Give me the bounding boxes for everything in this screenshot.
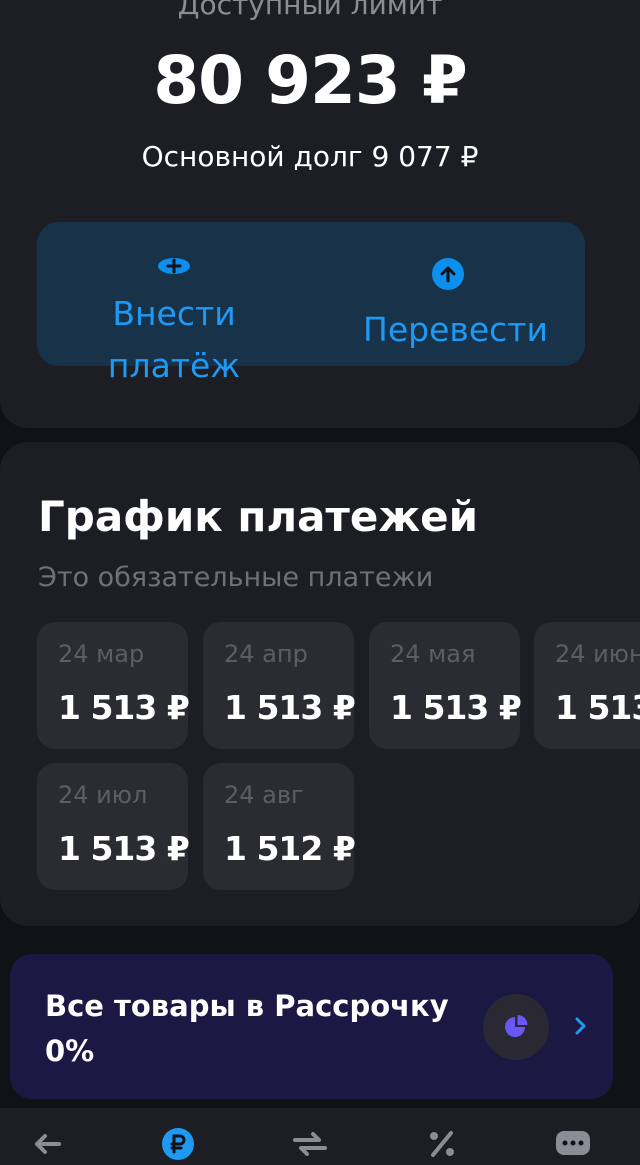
payment-date: 24 мар bbox=[58, 640, 145, 668]
limit-label: Доступный лимит bbox=[177, 0, 443, 21]
transfer-arrows-icon[interactable] bbox=[290, 1124, 330, 1164]
payment-amount: 1 512 ₽ bbox=[224, 829, 356, 868]
main-debt: Основной долг 9 077 ₽ bbox=[141, 140, 479, 173]
payment-schedule-card: График платежей Это обязательные платежи… bbox=[0, 442, 640, 926]
payment-tile[interactable]: 24 авг 1 512 ₽ bbox=[203, 763, 356, 890]
chat-icon[interactable] bbox=[553, 1124, 593, 1164]
payment-date: 24 июл bbox=[58, 781, 148, 809]
pie-chart-icon bbox=[483, 994, 549, 1060]
payment-tile[interactable]: 24 мар 1 513 ₽ bbox=[37, 622, 190, 749]
ruble-icon[interactable] bbox=[158, 1124, 198, 1164]
limit-amount: 80 923 ₽ bbox=[153, 42, 468, 119]
payment-tile[interactable]: 24 мая 1 513 ₽ bbox=[369, 622, 522, 749]
limit-card: Доступный лимит 80 923 ₽ Основной долг 9… bbox=[0, 0, 640, 428]
payment-date: 24 апр bbox=[224, 640, 308, 668]
transfer-button[interactable]: Перевести bbox=[311, 222, 585, 366]
payment-amount: 1 513 ₽ bbox=[58, 829, 190, 868]
transfer-label: Перевести bbox=[363, 310, 548, 349]
payment-date: 24 июн bbox=[555, 640, 640, 668]
payment-tile[interactable]: 24 июн 1 513 bbox=[534, 622, 640, 749]
payment-date: 24 мая bbox=[390, 640, 476, 668]
bottom-navigation bbox=[0, 1108, 640, 1165]
payment-amount: 1 513 ₽ bbox=[58, 688, 190, 727]
schedule-title: График платежей bbox=[38, 492, 479, 541]
payment-tile[interactable]: 24 апр 1 513 ₽ bbox=[203, 622, 356, 749]
chevron-right-icon bbox=[575, 1017, 586, 1035]
percent-icon[interactable] bbox=[422, 1124, 462, 1164]
schedule-subtitle: Это обязательные платежи bbox=[38, 562, 434, 593]
payment-tile[interactable]: 24 июл 1 513 ₽ bbox=[37, 763, 190, 890]
back-arrow-icon[interactable] bbox=[27, 1124, 67, 1164]
payment-amount: 1 513 ₽ bbox=[224, 688, 356, 727]
make-payment-button[interactable]: Внести платёж bbox=[37, 222, 311, 385]
payment-amount: 1 513 bbox=[555, 688, 640, 727]
plus-icon bbox=[158, 258, 190, 274]
promo-text: Все товары в Рассрочку 0% bbox=[45, 989, 449, 1068]
payment-amount: 1 513 ₽ bbox=[390, 688, 522, 727]
actions-panel: Внести платёж Перевести bbox=[37, 222, 585, 385]
arrow-up-icon bbox=[432, 258, 464, 290]
installment-promo-banner[interactable]: Все товары в Рассрочку 0% bbox=[10, 954, 613, 1099]
make-payment-label: Внести платёж bbox=[107, 294, 241, 385]
payment-date: 24 авг bbox=[224, 781, 304, 809]
